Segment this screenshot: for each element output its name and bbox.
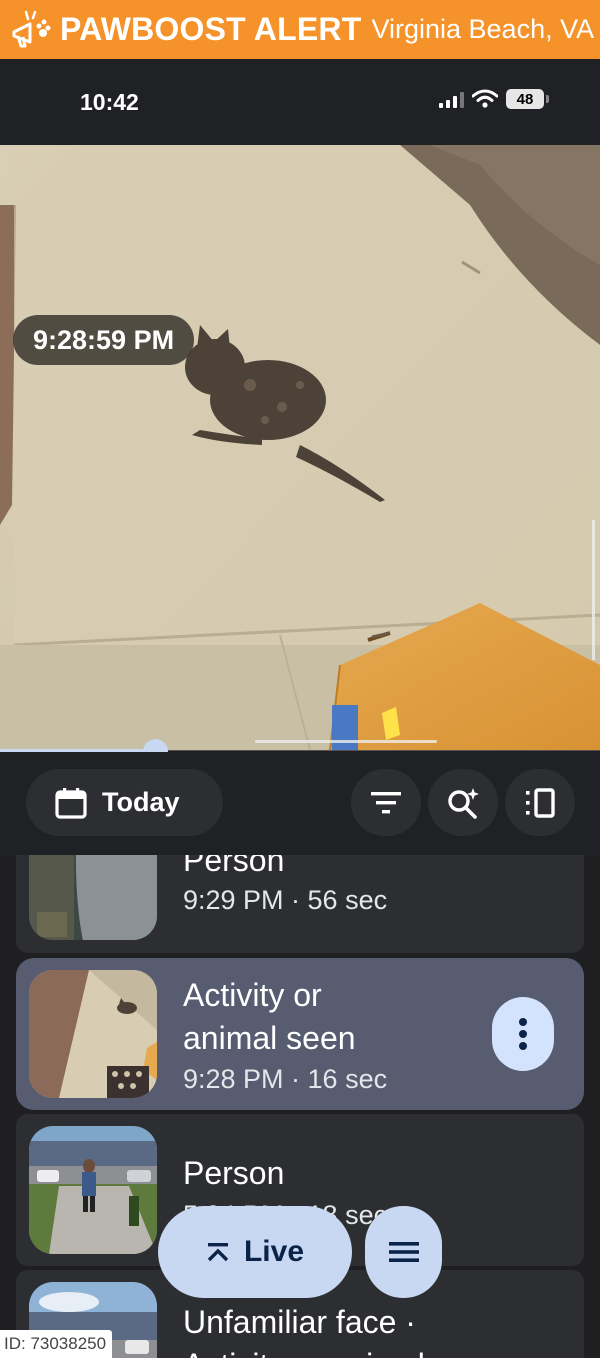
chevron-up-double-icon xyxy=(207,1243,229,1262)
event-more-button[interactable] xyxy=(492,997,554,1071)
scrubber-track[interactable] xyxy=(155,750,600,751)
megaphone-paw-icon xyxy=(12,10,51,47)
cellular-signal-icon xyxy=(439,90,464,108)
pawboost-banner: PAWBOOST ALERT Virginia Beach, VA xyxy=(0,0,600,59)
event-toolbar: Today xyxy=(0,752,600,855)
date-picker-button[interactable]: Today xyxy=(26,769,223,836)
event-title: Person xyxy=(183,855,285,878)
event-thumbnail xyxy=(29,970,157,1098)
event-meta: 9:28 PM · 16 sec xyxy=(183,1064,388,1094)
menu-icon xyxy=(388,1242,419,1262)
event-title: Person xyxy=(183,1155,285,1191)
event-title-line1: Unfamiliar face · xyxy=(183,1304,416,1340)
person-thumbnail-image xyxy=(29,855,157,940)
status-time: 10:42 xyxy=(80,89,139,115)
id-watermark: ID: 73038250 xyxy=(0,1330,113,1358)
filter-button[interactable] xyxy=(351,769,421,836)
event-title-line2: animal seen xyxy=(183,1020,356,1056)
smart-search-icon xyxy=(448,787,479,819)
status-bar: 10:42 48 xyxy=(0,59,600,145)
event-meta: 9:29 PM · 56 sec xyxy=(183,885,388,915)
calendar-icon xyxy=(55,787,87,819)
wifi-icon xyxy=(472,89,498,108)
person-driveway-thumbnail-image xyxy=(29,1126,157,1254)
event-thumbnail xyxy=(29,855,157,940)
event-thumbnail xyxy=(29,1126,157,1254)
more-vert-icon xyxy=(519,1018,527,1050)
banner-brand: PAWBOOST ALERT xyxy=(60,11,362,47)
view-toggle-button[interactable] xyxy=(505,769,575,836)
filter-icon xyxy=(371,791,401,813)
battery-icon: 48 xyxy=(506,89,549,109)
live-button[interactable]: Live xyxy=(158,1206,352,1298)
cat-on-porch-image xyxy=(0,145,600,750)
video-timestamp: 9:28:59 PM xyxy=(13,315,195,365)
battery-level: 48 xyxy=(516,90,534,108)
banner-location: Virginia Beach, VA xyxy=(371,14,595,44)
event-card-person-1[interactable]: Person 9:29 PM · 56 sec xyxy=(16,855,584,953)
date-label: Today xyxy=(102,787,180,817)
camera-video-frame[interactable]: 9:28:59 PM xyxy=(0,145,600,750)
event-title-line2: Activity or animal seen xyxy=(183,1344,503,1358)
event-title-line1: Activity or xyxy=(183,977,322,1013)
smart-search-button[interactable] xyxy=(428,769,498,836)
live-label: Live xyxy=(243,1235,305,1268)
status-icons: 48 xyxy=(439,89,549,109)
cat-thumbnail-image xyxy=(29,970,157,1098)
menu-button[interactable] xyxy=(365,1206,442,1298)
event-card-activity-selected[interactable]: Activity or animal seen 9:28 PM · 16 sec xyxy=(16,958,584,1110)
view-toggle-icon xyxy=(526,787,555,818)
